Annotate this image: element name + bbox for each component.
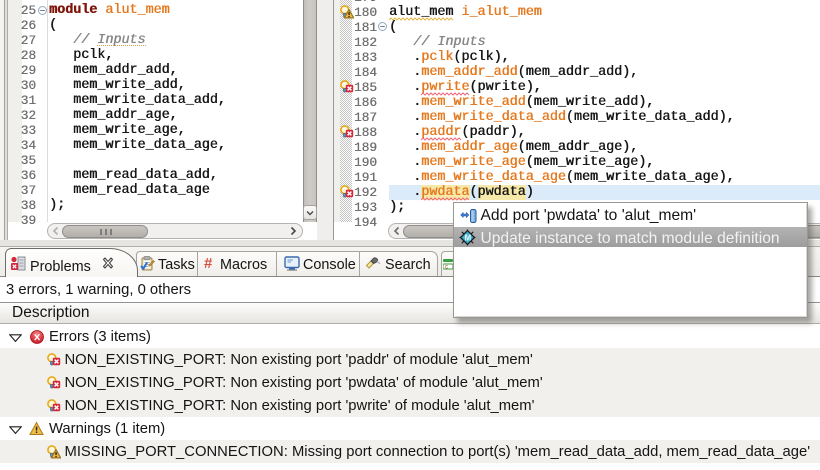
svg-text:M: M	[464, 234, 471, 243]
svg-text:c: c	[445, 265, 448, 271]
